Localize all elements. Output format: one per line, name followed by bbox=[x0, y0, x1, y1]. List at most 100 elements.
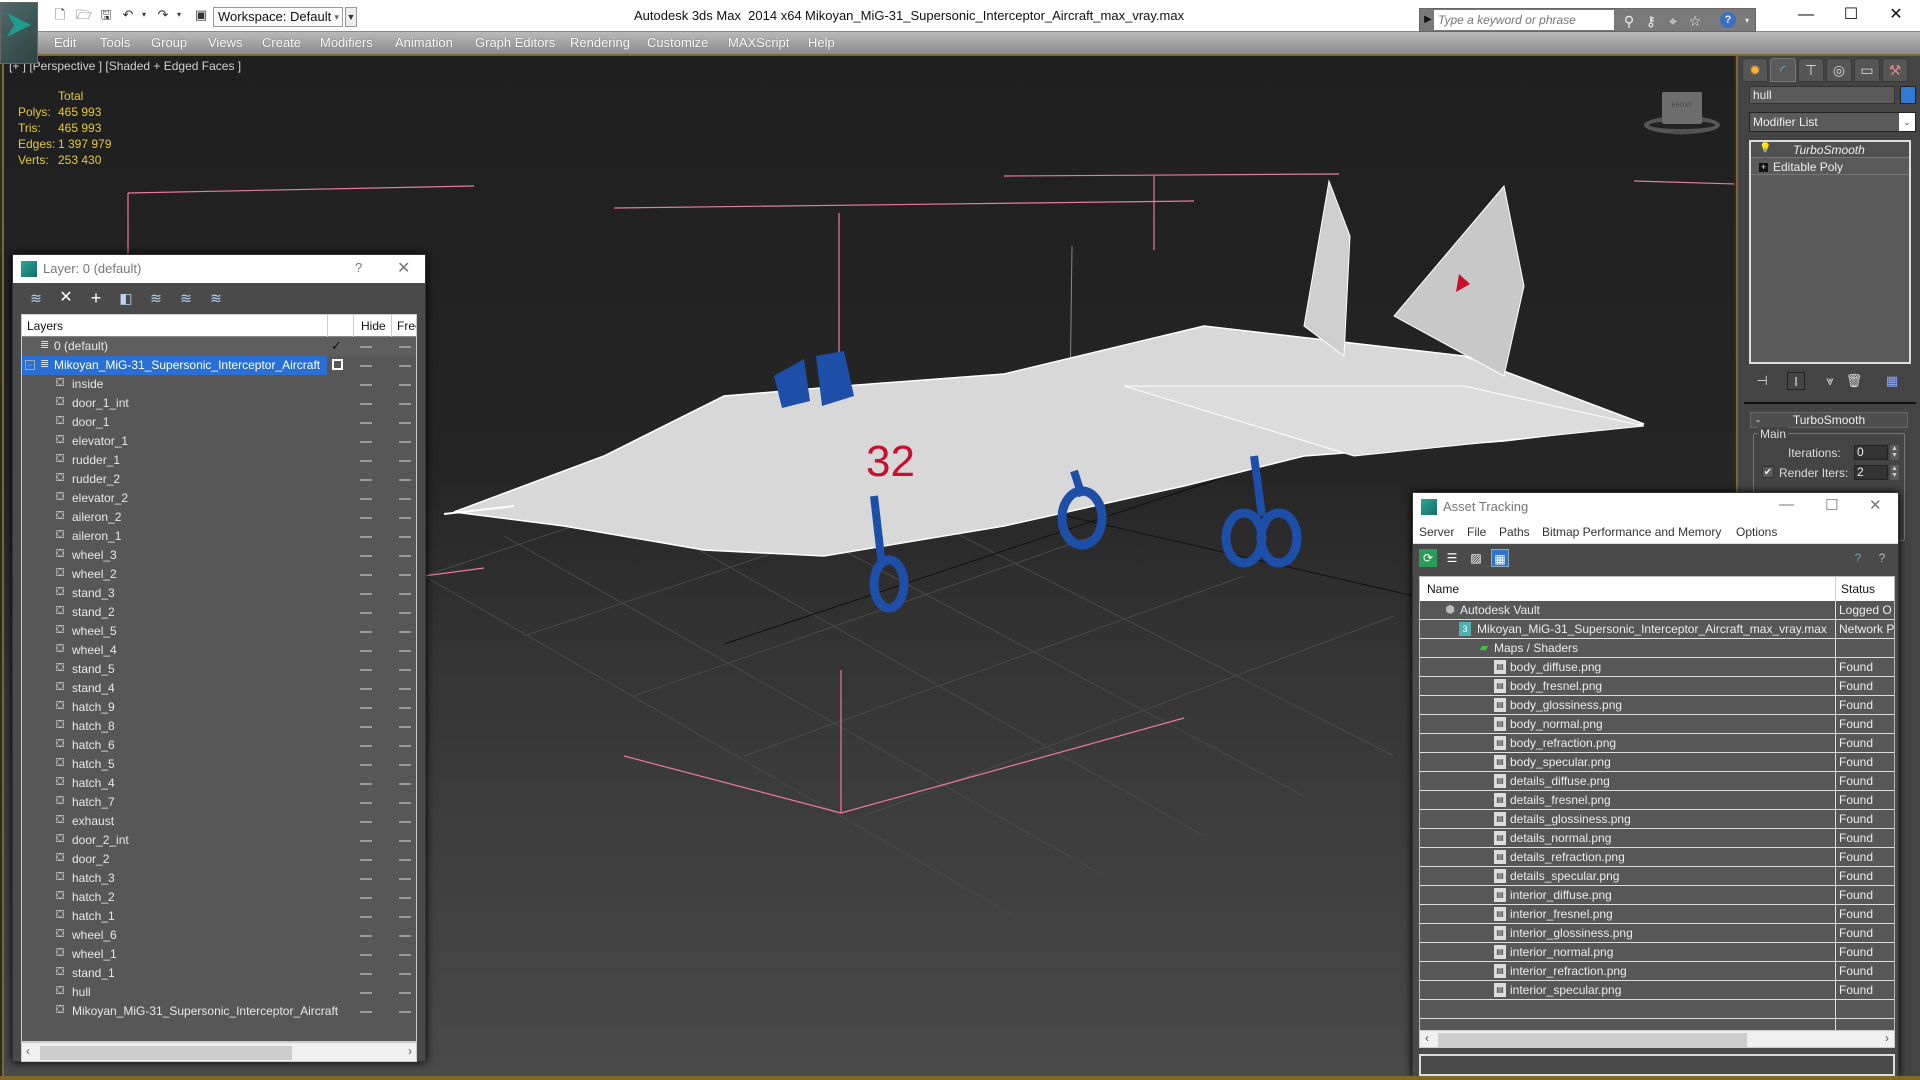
render-iters-checkbox[interactable]: ✔ bbox=[1762, 466, 1774, 478]
freeze-toggle[interactable] bbox=[399, 593, 411, 595]
object-row[interactable]: ⛋ wheel_6 bbox=[22, 926, 416, 945]
object-row[interactable]: ⛋ door_2 bbox=[22, 850, 416, 869]
menu-paths[interactable]: Paths bbox=[1499, 525, 1530, 539]
freeze-toggle[interactable] bbox=[399, 555, 411, 557]
object-row[interactable]: ⛋ hatch_8 bbox=[22, 717, 416, 736]
freeze-toggle[interactable] bbox=[399, 612, 411, 614]
viewcube[interactable]: FRONT RIGHT bbox=[1644, 92, 1720, 142]
freeze-toggle[interactable] bbox=[399, 859, 411, 861]
expand-arrow-icon[interactable]: ▶ bbox=[1422, 12, 1434, 28]
customize-toolbar-button[interactable]: ▼ bbox=[345, 7, 357, 27]
hide-toggle[interactable] bbox=[360, 650, 372, 652]
layer-manager-titlebar[interactable]: Layer: 0 (default) ? ✕ bbox=[13, 255, 425, 283]
map-row[interactable]: ▤ details_glossiness.png Found bbox=[1420, 810, 1894, 829]
hide-toggle[interactable] bbox=[360, 859, 372, 861]
object-row[interactable]: ⛋ hatch_9 bbox=[22, 698, 416, 717]
star-icon[interactable]: ☆ bbox=[1686, 12, 1704, 30]
hide-toggle[interactable] bbox=[360, 802, 372, 804]
hide-toggle[interactable] bbox=[360, 707, 372, 709]
map-row[interactable]: ▤ interior_normal.png Found bbox=[1420, 943, 1894, 962]
hide-toggle[interactable] bbox=[360, 346, 372, 348]
stack-item-editable-poly[interactable]: + Editable Poly bbox=[1751, 159, 1909, 175]
freeze-toggle[interactable] bbox=[399, 631, 411, 633]
modifier-list-dropdown[interactable]: Modifier List ⌄ bbox=[1749, 112, 1916, 132]
vault-row[interactable]: ⬢ Autodesk Vault Logged O bbox=[1420, 601, 1894, 620]
object-row[interactable]: ⛋ hatch_5 bbox=[22, 755, 416, 774]
hide-unhide-all-icon[interactable]: ≋ bbox=[177, 289, 195, 307]
motion-tab-icon[interactable]: ◎ bbox=[1826, 58, 1852, 82]
scroll-left-icon[interactable]: ‹ bbox=[1425, 1031, 1429, 1045]
pin-stack-icon[interactable]: ⊣ bbox=[1753, 372, 1771, 390]
menu-server[interactable]: Server bbox=[1419, 525, 1454, 539]
freeze-toggle[interactable] bbox=[399, 517, 411, 519]
save-icon[interactable]: 🖫 bbox=[98, 7, 114, 23]
layer-row-selected[interactable]: − ≣ Mikoyan_MiG-31_Supersonic_Interceptor_… bbox=[22, 356, 416, 375]
delete-layer-icon[interactable]: ✕ bbox=[57, 289, 75, 307]
freeze-toggle[interactable] bbox=[399, 973, 411, 975]
undo-icon[interactable]: ↶ bbox=[120, 7, 136, 23]
hide-toggle[interactable] bbox=[360, 498, 372, 500]
spinner-arrows-icon[interactable]: ▲ ▼ bbox=[1890, 445, 1899, 460]
object-row[interactable]: ⛋ wheel_2 bbox=[22, 565, 416, 584]
object-row[interactable]: ⛋ stand_5 bbox=[22, 660, 416, 679]
map-row[interactable]: ▤ details_specular.png Found bbox=[1420, 867, 1894, 886]
create-tab-icon[interactable]: ✹ bbox=[1742, 58, 1768, 82]
object-row[interactable]: ⛋ hatch_7 bbox=[22, 793, 416, 812]
minimize-button[interactable]: — bbox=[1779, 496, 1794, 513]
freeze-toggle[interactable] bbox=[399, 498, 411, 500]
hide-toggle[interactable] bbox=[360, 403, 372, 405]
maximize-button[interactable]: ☐ bbox=[1828, 0, 1874, 32]
remove-modifier-icon[interactable]: 🗑 bbox=[1845, 372, 1863, 390]
freeze-toggle[interactable] bbox=[399, 346, 411, 348]
help-online-icon[interactable]: ? bbox=[1849, 549, 1867, 567]
object-row[interactable]: ⛋ rudder_2 bbox=[22, 470, 416, 489]
hide-toggle[interactable] bbox=[360, 441, 372, 443]
freeze-unfreeze-all-icon[interactable]: ≋ bbox=[207, 289, 225, 307]
menu-group[interactable]: Group bbox=[151, 35, 187, 50]
object-row[interactable]: ⛋ elevator_2 bbox=[22, 489, 416, 508]
freeze-toggle[interactable] bbox=[399, 916, 411, 918]
menu-edit[interactable]: Edit bbox=[54, 35, 76, 50]
close-button[interactable]: ✕ bbox=[1869, 496, 1882, 514]
hierarchy-tab-icon[interactable]: ⊤ bbox=[1798, 58, 1824, 82]
render-iters-spinner[interactable]: 2 bbox=[1854, 465, 1888, 480]
object-row[interactable]: ⛋ stand_1 bbox=[22, 964, 416, 983]
redo-dropdown-icon[interactable]: ▾ bbox=[171, 7, 187, 23]
map-row[interactable]: ▤ details_normal.png Found bbox=[1420, 829, 1894, 848]
refresh-icon[interactable]: ⟳ bbox=[1419, 549, 1437, 567]
display-tab-icon[interactable]: ▭ bbox=[1854, 58, 1880, 82]
hide-toggle[interactable] bbox=[360, 992, 372, 994]
configure-modifier-sets-icon[interactable]: ▦ bbox=[1883, 372, 1901, 390]
scrollbar-thumb[interactable] bbox=[1438, 1033, 1747, 1047]
hide-toggle[interactable] bbox=[360, 764, 372, 766]
freeze-toggle[interactable] bbox=[399, 897, 411, 899]
object-row[interactable]: ⛋ rudder_1 bbox=[22, 451, 416, 470]
freeze-toggle[interactable] bbox=[399, 403, 411, 405]
map-row[interactable]: ▤ interior_fresnel.png Found bbox=[1420, 905, 1894, 924]
highlight-layer-icon[interactable]: ≋ bbox=[147, 289, 165, 307]
menu-help[interactable]: Help bbox=[808, 35, 835, 50]
object-row[interactable]: ⛋ stand_4 bbox=[22, 679, 416, 698]
object-row[interactable]: ⛋ door_1_int bbox=[22, 394, 416, 413]
object-row[interactable]: ⛋ hatch_1 bbox=[22, 907, 416, 926]
menu-animation[interactable]: Animation bbox=[395, 35, 453, 50]
freeze-toggle[interactable] bbox=[399, 802, 411, 804]
menu-options[interactable]: Options bbox=[1736, 525, 1777, 539]
object-name-field[interactable] bbox=[1749, 86, 1895, 104]
object-row[interactable]: ⛋ door_2_int bbox=[22, 831, 416, 850]
set-current-layer-checkbox[interactable] bbox=[332, 359, 343, 370]
help-button[interactable]: ? bbox=[355, 260, 362, 275]
hide-toggle[interactable] bbox=[360, 365, 372, 367]
modify-tab-icon[interactable]: ◜ bbox=[1770, 58, 1796, 82]
freeze-toggle[interactable] bbox=[399, 821, 411, 823]
binoculars-icon[interactable]: ⚲ bbox=[1620, 12, 1638, 30]
menu-maxscript[interactable]: MAXScript bbox=[728, 35, 789, 50]
menu-create[interactable]: Create bbox=[262, 35, 301, 50]
freeze-toggle[interactable] bbox=[399, 384, 411, 386]
application-menu-button[interactable] bbox=[0, 2, 38, 64]
freeze-toggle[interactable] bbox=[399, 878, 411, 880]
hide-toggle[interactable] bbox=[360, 726, 372, 728]
column-name[interactable]: Name bbox=[1427, 582, 1459, 596]
hide-toggle[interactable] bbox=[360, 973, 372, 975]
hide-toggle[interactable] bbox=[360, 935, 372, 937]
